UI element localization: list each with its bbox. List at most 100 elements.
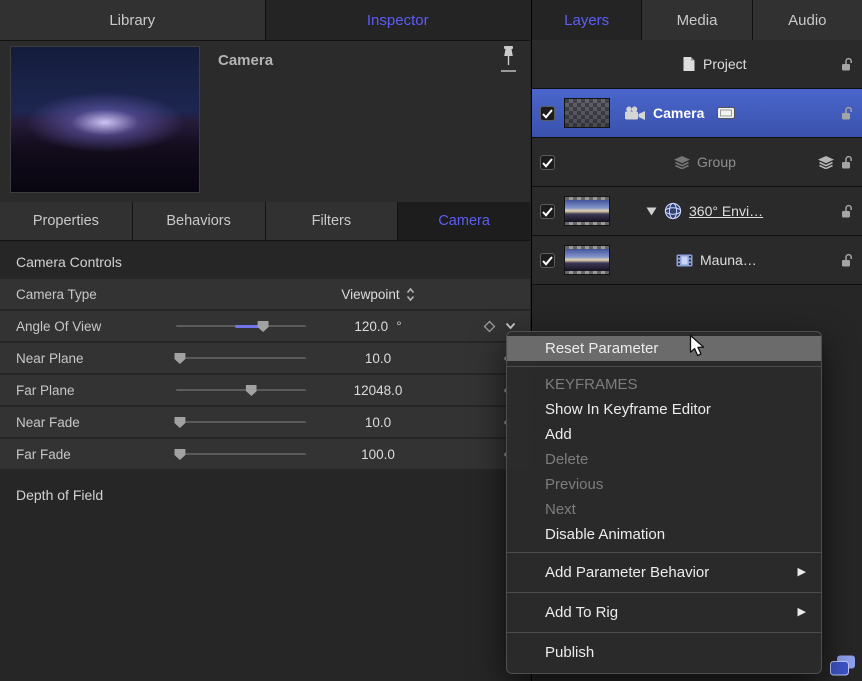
angle-of-view-value[interactable]: 120.0°	[322, 319, 434, 334]
layer-tree-cell: Camera	[624, 89, 735, 137]
layer-row-mauna[interactable]: Mauna…	[532, 236, 862, 285]
layer-checkbox[interactable]	[540, 155, 555, 170]
layer-name[interactable]: Camera	[653, 105, 704, 121]
camera-controls-panel: Camera Controls Camera Type Viewpoint An…	[0, 241, 530, 681]
right-tab-bar: LayersMediaAudio	[532, 0, 862, 40]
inspector-tab-bar: PropertiesBehaviorsFiltersCamera	[0, 202, 530, 241]
control-label: Near Plane	[16, 351, 176, 366]
near-plane-slider[interactable]	[176, 350, 306, 366]
unit-label: °	[396, 319, 401, 334]
film-icon	[676, 254, 693, 267]
layer-list: Project Camera Group 360° Envi… Mauna…	[532, 40, 862, 285]
camera-type-popup[interactable]: Viewpoint	[322, 287, 434, 302]
slider-handle[interactable]	[174, 417, 185, 428]
control-widget	[176, 414, 322, 430]
menu-item-previous: Previous	[507, 472, 821, 497]
layer-name[interactable]: 360° Envi…	[689, 203, 763, 219]
layer-row-360-envi[interactable]: 360° Envi…	[532, 187, 862, 236]
menu-item-label: Delete	[545, 451, 588, 468]
control-widget	[176, 382, 322, 398]
layer-row-group[interactable]: Group	[532, 138, 862, 187]
disclosure-triangle-icon[interactable]	[646, 207, 657, 216]
camera-icon	[624, 106, 646, 120]
layers-pane-icon[interactable]	[830, 655, 856, 676]
param-menu-chevron-icon[interactable]	[505, 322, 516, 330]
tab-layers[interactable]: Layers	[532, 0, 642, 40]
control-row-angle-of-view: Angle Of View 120.0°	[0, 311, 530, 341]
menu-item-label: Next	[545, 501, 576, 518]
lock-icon[interactable]	[841, 253, 854, 268]
slider-handle[interactable]	[174, 353, 185, 364]
tab-camera[interactable]: Camera	[398, 202, 530, 240]
mouse-cursor	[689, 334, 706, 358]
menu-item-add-to-rig[interactable]: Add To Rig▶	[507, 598, 821, 627]
slider-track	[176, 453, 306, 455]
menu-item-next: Next	[507, 497, 821, 522]
tab-filters[interactable]: Filters	[266, 202, 399, 240]
layer-row-right	[841, 187, 854, 235]
near-fade-value[interactable]: 10.0	[322, 415, 434, 430]
lock-icon[interactable]	[841, 106, 854, 121]
menu-item-reset-parameter[interactable]: Reset Parameter	[507, 336, 821, 361]
layer-tree-cell: Mauna…	[676, 236, 757, 284]
menu-item-label: Publish	[545, 644, 594, 661]
camera-viewport-badge-icon[interactable]	[717, 107, 735, 119]
layer-thumbnail[interactable]	[564, 245, 610, 275]
control-label: Camera Type	[16, 287, 176, 302]
layer-row-right	[841, 89, 854, 137]
control-row-near-plane: Near Plane 10.0	[0, 343, 530, 373]
menu-item-add[interactable]: Add	[507, 422, 821, 447]
far-plane-slider[interactable]	[176, 382, 306, 398]
keyframe-icon[interactable]	[483, 320, 496, 333]
menu-item-label: Show In Keyframe Editor	[545, 401, 711, 418]
pin-icon[interactable]	[501, 45, 516, 72]
layer-row-camera[interactable]: Camera	[532, 89, 862, 138]
sphere-icon	[664, 202, 682, 220]
tab-inspector[interactable]: Inspector	[266, 0, 531, 40]
slider-track	[176, 421, 306, 423]
near-fade-slider[interactable]	[176, 414, 306, 430]
layer-thumbnail[interactable]	[564, 196, 610, 226]
lock-icon[interactable]	[841, 204, 854, 219]
layer-checkbox[interactable]	[540, 106, 555, 121]
tab-properties[interactable]: Properties	[0, 202, 133, 240]
menu-item-label: KEYFRAMES	[545, 376, 638, 393]
layer-thumbnail[interactable]	[564, 98, 610, 128]
lock-icon[interactable]	[841, 155, 854, 170]
menu-item-publish[interactable]: Publish	[507, 638, 821, 667]
control-row-near-fade: Near Fade 10.0	[0, 407, 530, 437]
angle-of-view-slider[interactable]	[176, 318, 306, 334]
layer-checkbox[interactable]	[540, 253, 555, 268]
lock-icon[interactable]	[841, 57, 854, 72]
menu-item-show-in-keyframe-editor[interactable]: Show In Keyframe Editor	[507, 397, 821, 422]
control-row-camera-type: Camera Type Viewpoint	[0, 279, 530, 309]
control-label: Far Plane	[16, 383, 176, 398]
control-label: Far Fade	[16, 447, 176, 462]
menu-item-label: Add Parameter Behavior	[545, 564, 709, 581]
layer-name[interactable]: Mauna…	[700, 252, 757, 268]
far-fade-slider[interactable]	[176, 446, 306, 462]
layer-checkbox[interactable]	[540, 204, 555, 219]
menu-item-label: Disable Animation	[545, 526, 665, 543]
far-plane-value[interactable]: 12048.0	[322, 383, 434, 398]
layer-tree-cell: Project	[682, 40, 747, 88]
slider-handle[interactable]	[246, 385, 257, 396]
slider-track	[176, 389, 306, 391]
layer-name[interactable]: Group	[697, 154, 736, 170]
tab-media[interactable]: Media	[642, 0, 752, 40]
left-tab-bar: LibraryInspector	[0, 0, 530, 41]
slider-handle[interactable]	[258, 321, 269, 332]
control-rows: Camera Type Viewpoint Angle Of View 120.…	[0, 279, 530, 469]
layer-row-project[interactable]: Project	[532, 40, 862, 89]
menu-item-add-parameter-behavior[interactable]: Add Parameter Behavior▶	[507, 558, 821, 587]
far-fade-value[interactable]: 100.0	[322, 447, 434, 462]
menu-separator	[507, 552, 821, 553]
tab-audio[interactable]: Audio	[753, 0, 862, 40]
slider-handle[interactable]	[174, 449, 185, 460]
menu-item-disable-animation[interactable]: Disable Animation	[507, 522, 821, 547]
near-plane-value[interactable]: 10.0	[322, 351, 434, 366]
layer-name[interactable]: Project	[703, 56, 747, 72]
tab-behaviors[interactable]: Behaviors	[133, 202, 266, 240]
control-row-far-fade: Far Fade 100.0	[0, 439, 530, 469]
tab-library[interactable]: Library	[0, 0, 266, 40]
